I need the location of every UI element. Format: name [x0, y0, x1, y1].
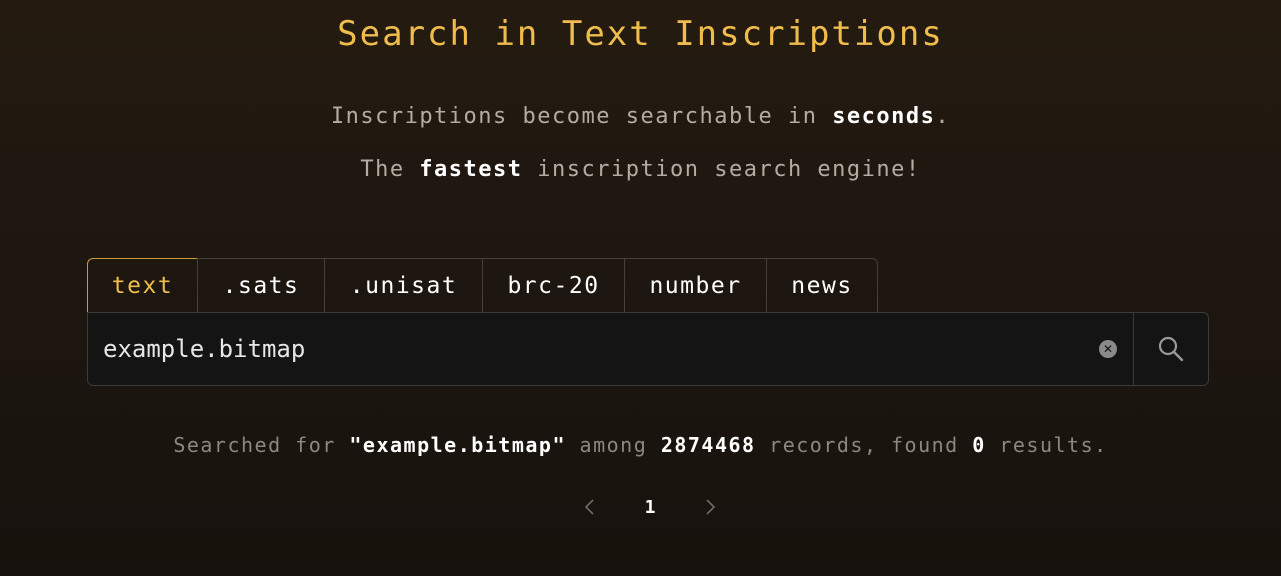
chevron-right-icon	[706, 499, 716, 515]
tagline-text: The	[360, 157, 420, 182]
tab-brc-20[interactable]: brc-20	[482, 258, 625, 312]
result-found-count: 0	[972, 433, 986, 457]
pagination: 1	[575, 492, 725, 522]
current-page[interactable]: 1	[645, 497, 656, 518]
result-text: Searched for	[173, 433, 350, 457]
search-type-tabs: text .sats .unisat brc-20 number news	[87, 258, 878, 312]
tab-number[interactable]: number	[624, 258, 767, 312]
tab-news[interactable]: news	[766, 258, 878, 312]
search-result-summary: Searched for "example.bitmap" among 2874…	[0, 433, 1281, 457]
result-record-count: 2874468	[660, 433, 756, 457]
tagline-emphasis: fastest	[419, 157, 523, 182]
tab-sats[interactable]: .sats	[197, 258, 325, 312]
search-button[interactable]	[1133, 313, 1208, 385]
search-bar: ✕	[87, 312, 1209, 386]
clear-icon[interactable]: ✕	[1099, 340, 1117, 358]
result-text: records, found	[755, 433, 973, 457]
prev-page-button[interactable]	[575, 492, 605, 522]
tagline-text: .	[935, 104, 951, 129]
next-page-button[interactable]	[695, 492, 725, 522]
search-input[interactable]	[88, 313, 1099, 385]
tagline-fastest: The fastest inscription search engine!	[0, 157, 1281, 182]
tab-text[interactable]: text	[87, 258, 198, 312]
tagline-emphasis: seconds	[832, 104, 936, 129]
tab-unisat[interactable]: .unisat	[324, 258, 483, 312]
result-text: results.	[985, 433, 1108, 457]
result-text: among	[566, 433, 661, 457]
page-title: Search in Text Inscriptions	[337, 14, 944, 54]
tagline-text: inscription search engine!	[522, 157, 921, 182]
result-query: "example.bitmap"	[349, 433, 567, 457]
search-icon	[1158, 336, 1184, 362]
chevron-left-icon	[584, 499, 594, 515]
tagline-searchable: Inscriptions become searchable in second…	[0, 104, 1281, 129]
tagline-text: Inscriptions become searchable in	[330, 104, 833, 129]
